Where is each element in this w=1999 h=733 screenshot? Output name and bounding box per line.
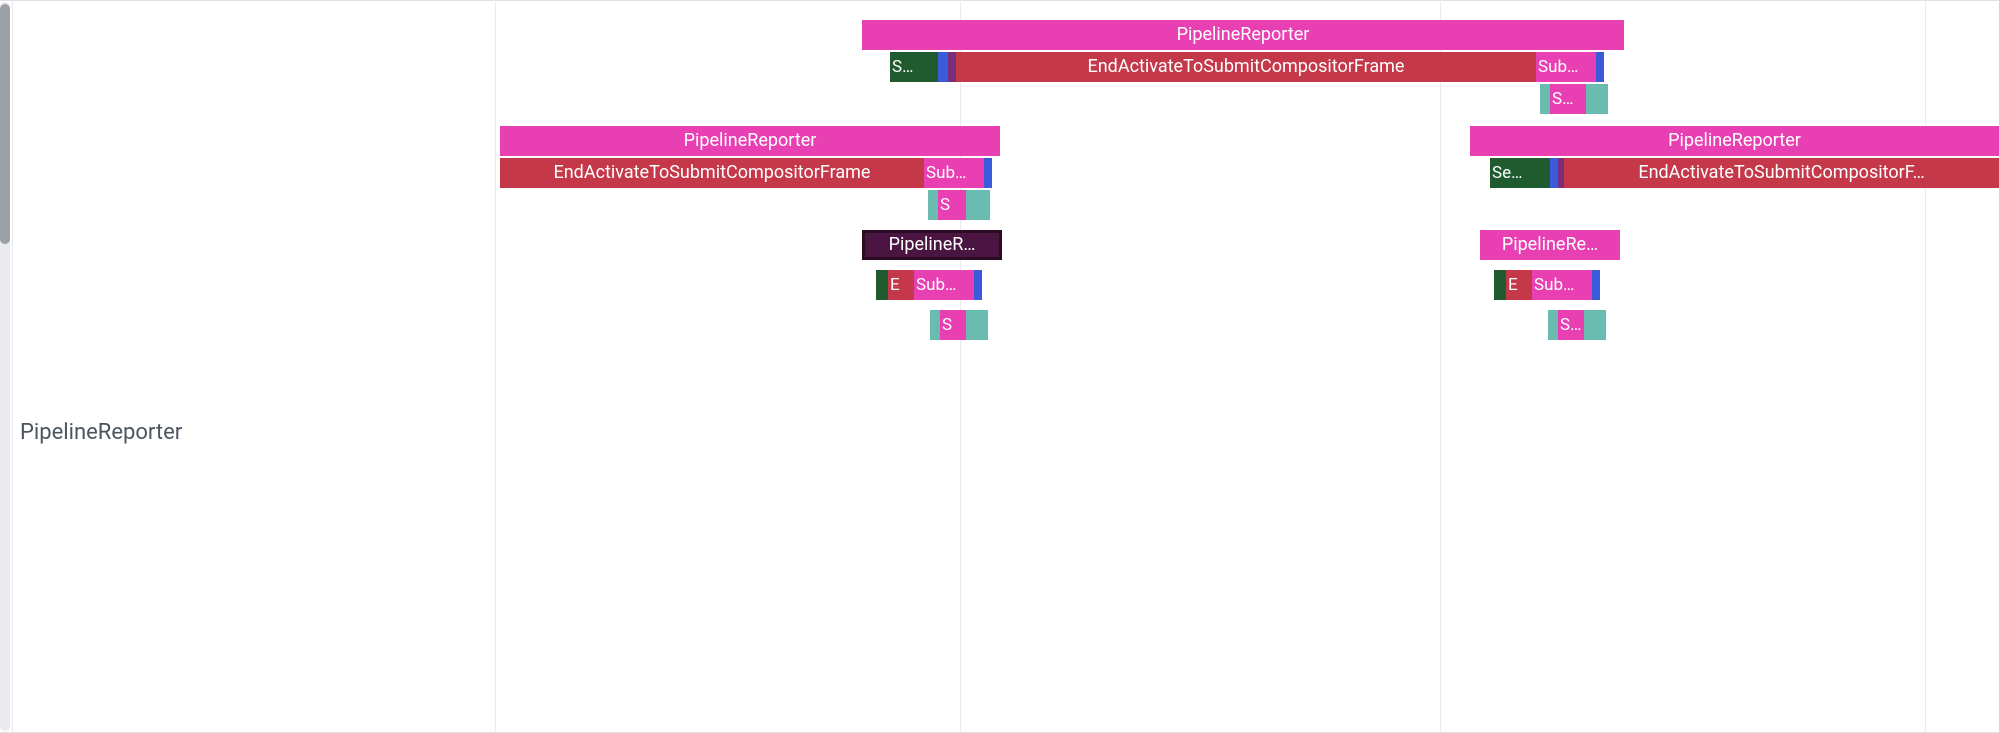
slice-e-dg[interactable] [1494, 270, 1506, 300]
slice-e-pr[interactable]: PipelineRe… [1480, 230, 1620, 260]
slice-d-t1[interactable] [930, 310, 940, 340]
gridline [12, 0, 13, 733]
slice-e-t2[interactable] [1584, 310, 1606, 340]
slice-e-t1[interactable] [1548, 310, 1558, 340]
track-label-pipeline-reporter[interactable]: PipelineReporter [20, 420, 182, 445]
slice-b-t2[interactable] [966, 190, 990, 220]
slice-a-t1[interactable] [1540, 84, 1550, 114]
slice-b-pr[interactable]: PipelineReporter [500, 126, 1000, 156]
gridline [1925, 0, 1926, 733]
slice-a-t2[interactable] [1586, 84, 1608, 114]
slice-c-se[interactable]: Se… [1490, 158, 1550, 188]
slice-d-b1[interactable] [974, 270, 982, 300]
slice-c-b1[interactable] [1550, 158, 1558, 188]
slice-e-b1[interactable] [1592, 270, 1600, 300]
slice-e-e[interactable]: E [1506, 270, 1532, 300]
slice-d-t2[interactable] [966, 310, 988, 340]
slice-a-end[interactable]: EndActivateToSubmitCompositorFrame [956, 52, 1536, 82]
slice-e-s2[interactable]: S… [1558, 310, 1584, 340]
slice-d-e[interactable]: E [888, 270, 914, 300]
slice-d-s2[interactable]: S [940, 310, 966, 340]
slice-d-pr[interactable]: PipelineR… [862, 230, 1002, 260]
slice-d-sub[interactable]: Sub… [914, 270, 974, 300]
ruler-top [0, 0, 1999, 1]
slice-b-b1[interactable] [984, 158, 992, 188]
slice-a-b2[interactable] [1596, 52, 1604, 82]
slice-a-s1[interactable]: S… [890, 52, 938, 82]
gridline [960, 0, 961, 733]
vertical-scrollbar-thumb[interactable] [0, 4, 10, 244]
slice-b-s2[interactable]: S [938, 190, 966, 220]
gridline [1440, 0, 1441, 733]
gridline [495, 0, 496, 733]
vertical-scrollbar[interactable] [0, 2, 10, 731]
slice-b-t1[interactable] [928, 190, 938, 220]
slice-a-s2[interactable]: S… [1550, 84, 1586, 114]
slice-b-end[interactable]: EndActivateToSubmitCompositorFrame [500, 158, 924, 188]
slice-d-dg[interactable] [876, 270, 888, 300]
trace-viewport[interactable]: PipelineReporter PipelineReporterS…EndAc… [0, 0, 1999, 733]
slice-c-end[interactable]: EndActivateToSubmitCompositorF… [1564, 158, 1999, 188]
slice-e-sub[interactable]: Sub… [1532, 270, 1592, 300]
slice-b-sub[interactable]: Sub… [924, 158, 984, 188]
slice-a-b1[interactable] [938, 52, 948, 82]
slice-c-pr[interactable]: PipelineReporter [1470, 126, 1999, 156]
slice-a-sub[interactable]: Sub… [1536, 52, 1596, 82]
slice-a-pr[interactable]: PipelineReporter [862, 20, 1624, 50]
slice-a-p1[interactable] [948, 52, 956, 82]
